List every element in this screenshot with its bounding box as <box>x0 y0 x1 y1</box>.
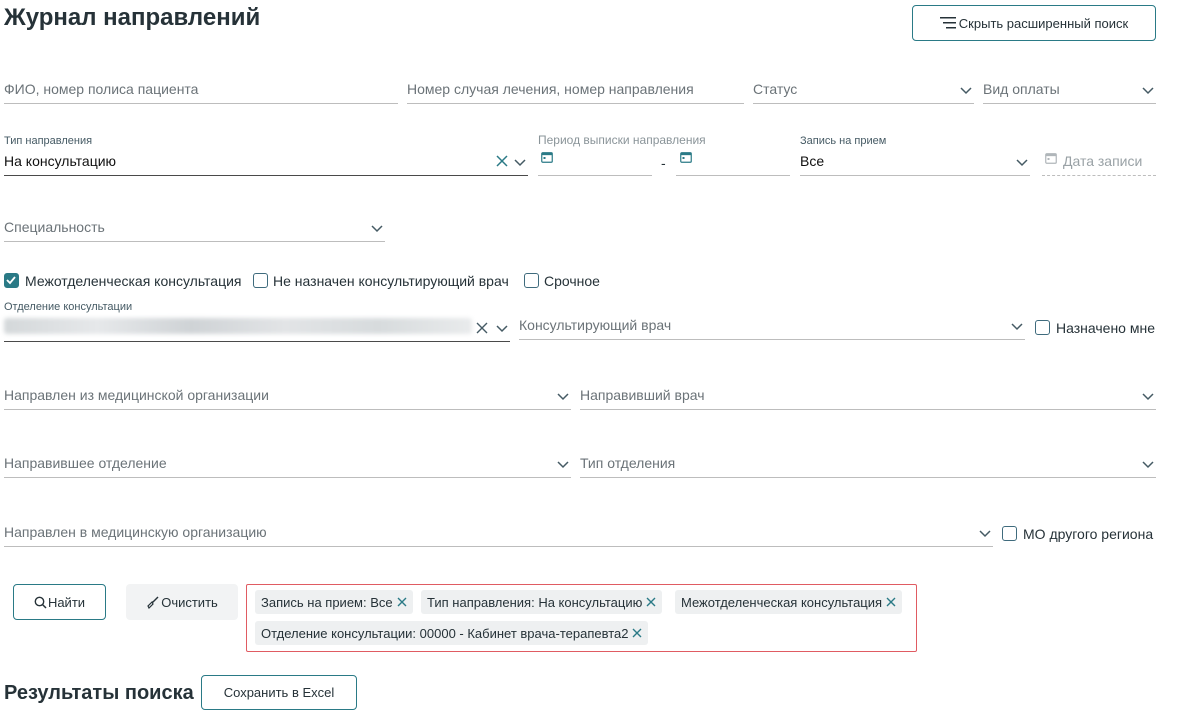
hide-advanced-search-label: Скрыть расширенный поиск <box>958 15 1129 31</box>
assigned-to-me-label: Назначено мне <box>1056 320 1155 336</box>
calendar-icon[interactable] <box>541 152 553 163</box>
clear-icon[interactable] <box>496 155 508 167</box>
chevron-down-icon[interactable] <box>496 325 508 333</box>
payment-type-select[interactable]: Вид оплаты <box>983 76 1156 104</box>
other-region-checkbox[interactable] <box>1002 526 1017 541</box>
interdepartmental-checkbox[interactable] <box>4 273 19 288</box>
filter-chip[interactable]: Запись на прием: Все <box>255 590 413 614</box>
urgent-label: Срочное <box>544 273 600 289</box>
department-type-placeholder: Тип отделения <box>580 455 676 471</box>
consult-department-label: Отделение консультации <box>4 301 133 313</box>
appointment-date-placeholder: Дата записи <box>1063 153 1143 169</box>
other-region-label: МО другого региона <box>1023 526 1154 542</box>
appointment-value: Все <box>800 153 825 169</box>
results-title: Результаты поиска <box>4 682 194 704</box>
consult-department-select[interactable] <box>4 314 510 342</box>
chevron-down-icon[interactable] <box>514 159 526 167</box>
period-label: Период выписки направления <box>538 133 706 147</box>
clear-icon[interactable] <box>476 322 488 334</box>
case-number-placeholder: Номер случая лечения, номер направления <box>407 81 694 97</box>
referring-doctor-placeholder: Направивший врач <box>580 387 705 403</box>
menu-lines-icon <box>939 17 956 29</box>
referring-doctor-select[interactable]: Направивший врач <box>580 382 1156 410</box>
referring-department-select[interactable]: Направившее отделение <box>4 450 571 478</box>
clear-button[interactable]: Очистить <box>126 584 238 620</box>
chevron-down-icon[interactable] <box>371 225 383 233</box>
hide-advanced-search-button[interactable]: Скрыть расширенный поиск <box>912 5 1156 41</box>
filter-chip[interactable]: Тип направления: На консультацию <box>421 590 663 614</box>
find-label: Найти <box>47 594 86 610</box>
patient-placeholder: ФИО, номер полиса пациента <box>4 81 199 97</box>
chevron-down-icon[interactable] <box>557 461 569 469</box>
chevron-down-icon[interactable] <box>557 393 569 401</box>
redacted-value <box>4 318 472 334</box>
chevron-down-icon[interactable] <box>1142 87 1154 95</box>
period-from-input[interactable] <box>538 148 652 176</box>
filter-chip[interactable]: Отделение консультации: 00000 - Кабинет … <box>255 621 649 645</box>
specialty-placeholder: Специальность <box>4 219 105 235</box>
active-filters: Запись на прием: Все Тип направления: На… <box>246 584 917 652</box>
checkmark-icon <box>6 276 16 285</box>
clear-label: Очистить <box>161 594 218 610</box>
filter-chip-label: Межотделенческая консультация <box>681 594 883 610</box>
save-excel-label: Сохранить в Excel <box>223 685 335 700</box>
close-icon[interactable] <box>646 597 656 607</box>
chevron-down-icon[interactable] <box>1142 461 1154 469</box>
close-icon[interactable] <box>632 628 642 638</box>
patient-input[interactable]: ФИО, номер полиса пациента <box>4 76 398 104</box>
appointment-label: Запись на прием <box>800 135 887 147</box>
status-select[interactable]: Статус <box>753 76 974 104</box>
period-separator: - <box>661 155 666 171</box>
broom-icon <box>147 596 159 609</box>
appointment-select[interactable]: Все <box>800 148 1030 176</box>
interdepartmental-label: Межотделенческая консультация <box>25 273 242 289</box>
search-icon <box>34 596 47 609</box>
consult-doctor-placeholder: Консультирующий врач <box>519 317 672 333</box>
calendar-icon[interactable] <box>680 152 692 163</box>
find-button[interactable]: Найти <box>13 584 106 620</box>
chevron-down-icon[interactable] <box>979 530 991 538</box>
filter-chip-label: Отделение консультации: 00000 - Кабинет … <box>261 625 629 641</box>
appointment-date-input[interactable]: Дата записи <box>1042 148 1156 176</box>
from-org-select[interactable]: Направлен из медицинской организации <box>4 382 571 410</box>
consult-doctor-select[interactable]: Консультирующий врач <box>519 312 1025 340</box>
payment-type-placeholder: Вид оплаты <box>983 81 1060 97</box>
filter-chip-label: Запись на прием: Все <box>261 594 393 610</box>
chevron-down-icon[interactable] <box>1011 323 1023 331</box>
no-doctor-checkbox[interactable] <box>253 273 268 288</box>
page-title: Журнал направлений <box>4 4 261 31</box>
department-type-select[interactable]: Тип отделения <box>580 450 1156 478</box>
urgent-checkbox[interactable] <box>524 273 539 288</box>
specialty-select[interactable]: Специальность <box>4 214 385 242</box>
chevron-down-icon[interactable] <box>1016 159 1028 167</box>
save-excel-button[interactable]: Сохранить в Excel <box>201 675 357 710</box>
chevron-down-icon[interactable] <box>1142 393 1154 401</box>
chevron-down-icon[interactable] <box>960 87 972 95</box>
referral-type-value: На консультацию <box>4 153 117 169</box>
to-org-placeholder: Направлен в медицинскую организацию <box>4 524 267 540</box>
calendar-icon[interactable] <box>1045 153 1057 164</box>
referring-department-placeholder: Направившее отделение <box>4 455 167 471</box>
close-icon[interactable] <box>886 597 896 607</box>
from-org-placeholder: Направлен из медицинской организации <box>4 387 269 403</box>
status-placeholder: Статус <box>753 81 798 97</box>
referral-type-select[interactable]: На консультацию <box>4 148 528 176</box>
filter-chip[interactable]: Межотделенческая консультация <box>675 590 903 614</box>
case-number-input[interactable]: Номер случая лечения, номер направления <box>407 76 744 104</box>
period-to-input[interactable] <box>676 148 790 176</box>
to-org-select[interactable]: Направлен в медицинскую организацию <box>4 519 993 547</box>
close-icon[interactable] <box>397 597 407 607</box>
no-doctor-label: Не назначен консультирующий врач <box>273 273 509 289</box>
referral-type-label: Тип направления <box>4 135 93 147</box>
assigned-to-me-checkbox[interactable] <box>1035 320 1050 335</box>
filter-chip-label: Тип направления: На консультацию <box>427 594 643 610</box>
